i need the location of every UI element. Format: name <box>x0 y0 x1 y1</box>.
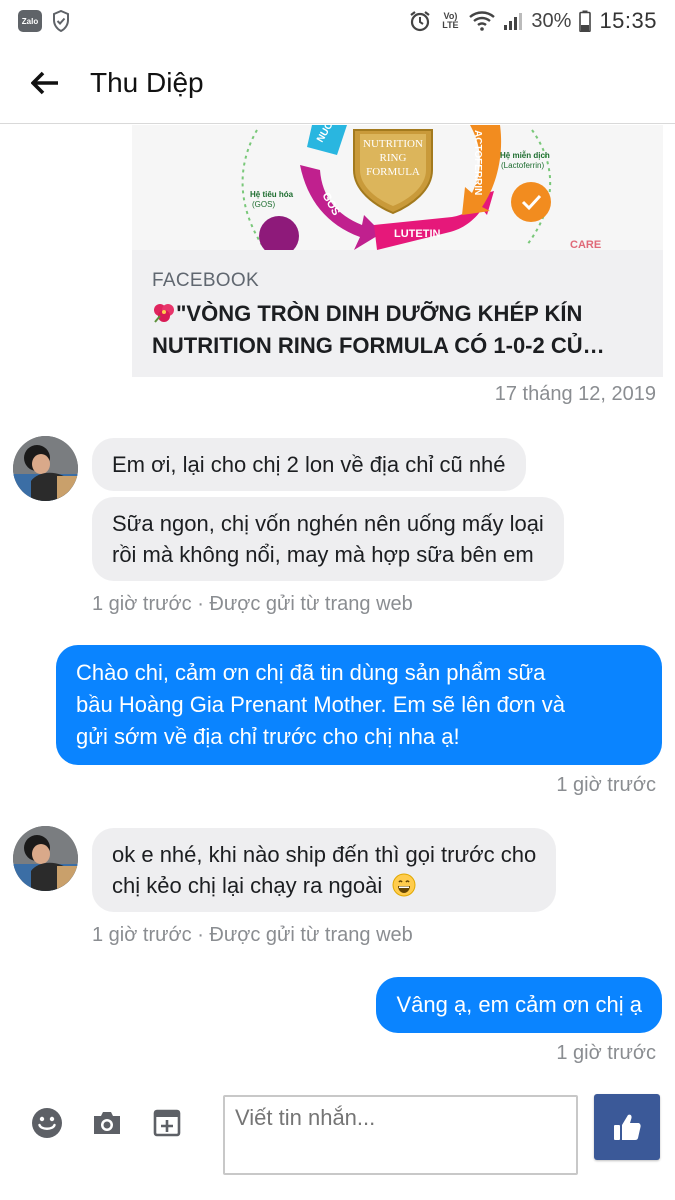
zalo-notification-icon: Zalo <box>18 10 42 32</box>
message-thread[interactable]: NUTRITION RING FORMULA NUC GOS LUTETIN A… <box>0 125 675 1070</box>
emoji-button[interactable] <box>29 1105 65 1141</box>
message-text-line-3: gửi sớm về địa chỉ trước cho chị nha ạ! <box>76 724 460 749</box>
message-text-line-2: chị kẻo chị lại chạy ra ngoài <box>112 873 383 898</box>
contact-avatar[interactable] <box>13 436 78 501</box>
graphic-label-digest-1: Hệ tiêu hóa <box>250 190 294 199</box>
link-source: FACEBOOK <box>152 270 259 291</box>
graphic-label-center-3: FORMULA <box>366 166 420 178</box>
message-meta: 1 giờ trước <box>556 774 656 796</box>
hibiscus-emoji-icon <box>154 304 174 323</box>
incoming-message[interactable]: Em ơi, lại cho chị 2 lon về địa chỉ cũ n… <box>92 438 526 491</box>
message-meta: 1 giờ trước · Được gửi từ trang web <box>92 593 413 615</box>
back-button[interactable] <box>0 42 90 124</box>
link-title[interactable]: "VÒNG TRÒN DINH DƯỠNG KHÉP KÍN NUTRITION… <box>152 298 642 362</box>
outgoing-message[interactable]: Chào chi, cảm ơn chị đã tin dùng sản phẩ… <box>56 645 662 765</box>
contact-avatar[interactable] <box>13 826 78 891</box>
link-preview-image: NUTRITION RING FORMULA NUC GOS LUTETIN A… <box>132 125 663 250</box>
conversation-title: Thu Diệp <box>90 66 204 98</box>
link-title-line-2: NUTRITION RING FORMULA CÓ 1-0-2 CỦ… <box>152 333 605 358</box>
message-text-line-1: ok e nhé, khi nào ship đến thì gọi trước… <box>112 842 537 867</box>
signal-icon <box>504 13 523 30</box>
graphic-label-digest-2: (GOS) <box>252 200 275 209</box>
camera-icon <box>94 1112 120 1134</box>
date-separator: 17 tháng 12, 2019 <box>494 383 656 405</box>
graphic-label-lactoferrin: ACTOFERRIN <box>472 130 483 195</box>
link-title-line-1: "VÒNG TRÒN DINH DƯỠNG KHÉP KÍN <box>176 301 583 326</box>
graphic-label-center-2: RING <box>380 152 407 164</box>
like-send-button[interactable] <box>594 1094 660 1160</box>
shield-icon <box>53 10 69 32</box>
message-text-line-2: bầu Hoàng Gia Prenant Mother. Em sẽ lên … <box>76 692 565 717</box>
shared-link-card[interactable]: NUTRITION RING FORMULA NUC GOS LUTETIN A… <box>132 125 663 377</box>
graphic-label-immune-1: Hệ miễn dịch <box>500 151 550 160</box>
outgoing-message[interactable]: Vâng ạ, em cảm ơn chị ạ <box>376 977 662 1033</box>
avatar-photo <box>13 436 78 501</box>
message-text: Em ơi, lại cho chị 2 lon về địa chỉ cũ n… <box>112 452 506 477</box>
attach-button[interactable] <box>149 1105 185 1141</box>
grinning-emoji-icon <box>392 873 416 897</box>
graphic-label-lutetin: LUTETIN <box>394 228 440 240</box>
volte-lte-indicator: Vo) LTE <box>442 11 459 30</box>
message-text: Vâng ạ, em cảm ơn chị ạ <box>396 992 642 1017</box>
incoming-message[interactable]: ok e nhé, khi nào ship đến thì gọi trước… <box>92 828 557 912</box>
thumbs-up-icon <box>614 1114 641 1140</box>
battery-percent: 30% <box>531 9 572 32</box>
message-text-line-2: rồi mà không nổi, may mà hợp sữa bên em <box>112 542 534 567</box>
message-input[interactable] <box>223 1095 578 1175</box>
back-arrow-icon <box>31 71 58 94</box>
add-attachment-icon <box>153 1109 181 1137</box>
message-text-line-1: Chào chi, cảm ơn chị đã tin dùng sản phẩ… <box>76 660 546 685</box>
conversation-header: Thu Diệp <box>0 42 675 124</box>
wifi-icon <box>469 11 496 31</box>
incoming-message[interactable]: Sữa ngon, chị vốn nghén nên uống mấy loạ… <box>92 497 564 581</box>
battery-icon <box>579 10 592 32</box>
alarm-icon <box>410 11 431 32</box>
nutrition-ring-graphic: NUTRITION RING FORMULA NUC GOS LUTETIN A… <box>132 125 663 250</box>
avatar-photo <box>13 826 78 891</box>
camera-button[interactable] <box>89 1105 125 1141</box>
message-meta: 1 giờ trước · Được gửi từ trang web <box>92 924 413 946</box>
message-composer <box>0 1075 675 1200</box>
message-text-line-1: Sữa ngon, chị vốn nghén nên uống mấy loạ… <box>112 511 544 536</box>
graphic-label-brand: CARE <box>570 239 601 250</box>
graphic-label-center-1: NUTRITION <box>363 138 423 150</box>
status-bar-left: Zalo <box>18 10 70 32</box>
status-bar: Zalo Vo) LTE 30% 15:35 <box>0 0 675 42</box>
clock: 15:35 <box>599 8 657 33</box>
smiley-icon <box>32 1108 62 1138</box>
status-bar-right: Vo) LTE 30% 15:35 <box>409 8 657 34</box>
message-meta: 1 giờ trước <box>556 1042 656 1064</box>
graphic-label-immune-2: (Lactoferrin) <box>501 161 544 170</box>
